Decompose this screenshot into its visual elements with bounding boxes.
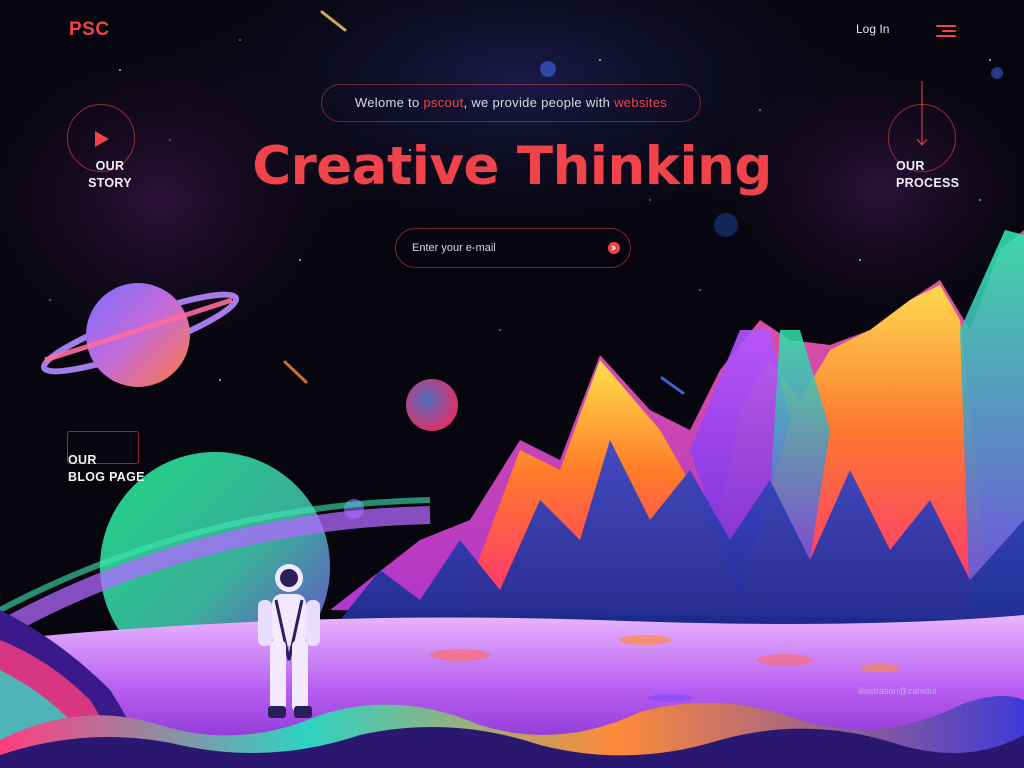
our-process-line2: PROCESS xyxy=(896,176,960,190)
our-story-label[interactable]: OUR STORY xyxy=(80,158,140,192)
welcome-text: Welome to xyxy=(354,95,424,110)
our-process-line1: OUR xyxy=(896,159,925,173)
landing-page: PSC Log In Welome to pscout, we provide … xyxy=(0,0,1024,768)
our-story-line1: OUR xyxy=(95,159,125,173)
our-blog-label[interactable]: OUR BLOG PAGE xyxy=(68,452,145,486)
arrow-right-icon xyxy=(611,245,617,251)
our-process-label[interactable]: OUR PROCESS xyxy=(896,158,959,192)
hero-headline: Creative Thinking xyxy=(252,136,772,197)
play-icon xyxy=(95,131,109,147)
email-subscribe xyxy=(395,228,631,268)
websites-highlight: websites xyxy=(614,95,668,110)
arrow-down-icon xyxy=(916,81,928,146)
submit-button[interactable] xyxy=(608,242,620,254)
welcome-text-middle: , we provide people with xyxy=(463,95,615,110)
our-blog-line2: BLOG PAGE xyxy=(68,470,145,484)
brand-link: pscout xyxy=(423,95,464,110)
hamburger-menu-icon[interactable] xyxy=(936,25,956,37)
email-input[interactable] xyxy=(412,239,592,257)
our-blog-line1: OUR xyxy=(68,453,97,467)
login-link[interactable]: Log In xyxy=(856,22,889,36)
logo[interactable]: PSC xyxy=(69,19,110,41)
illustration-credit: illustration@zahidul xyxy=(858,686,937,696)
our-story-line2: STORY xyxy=(88,176,132,190)
welcome-banner: Welome to pscout, we provide people with… xyxy=(321,84,701,122)
